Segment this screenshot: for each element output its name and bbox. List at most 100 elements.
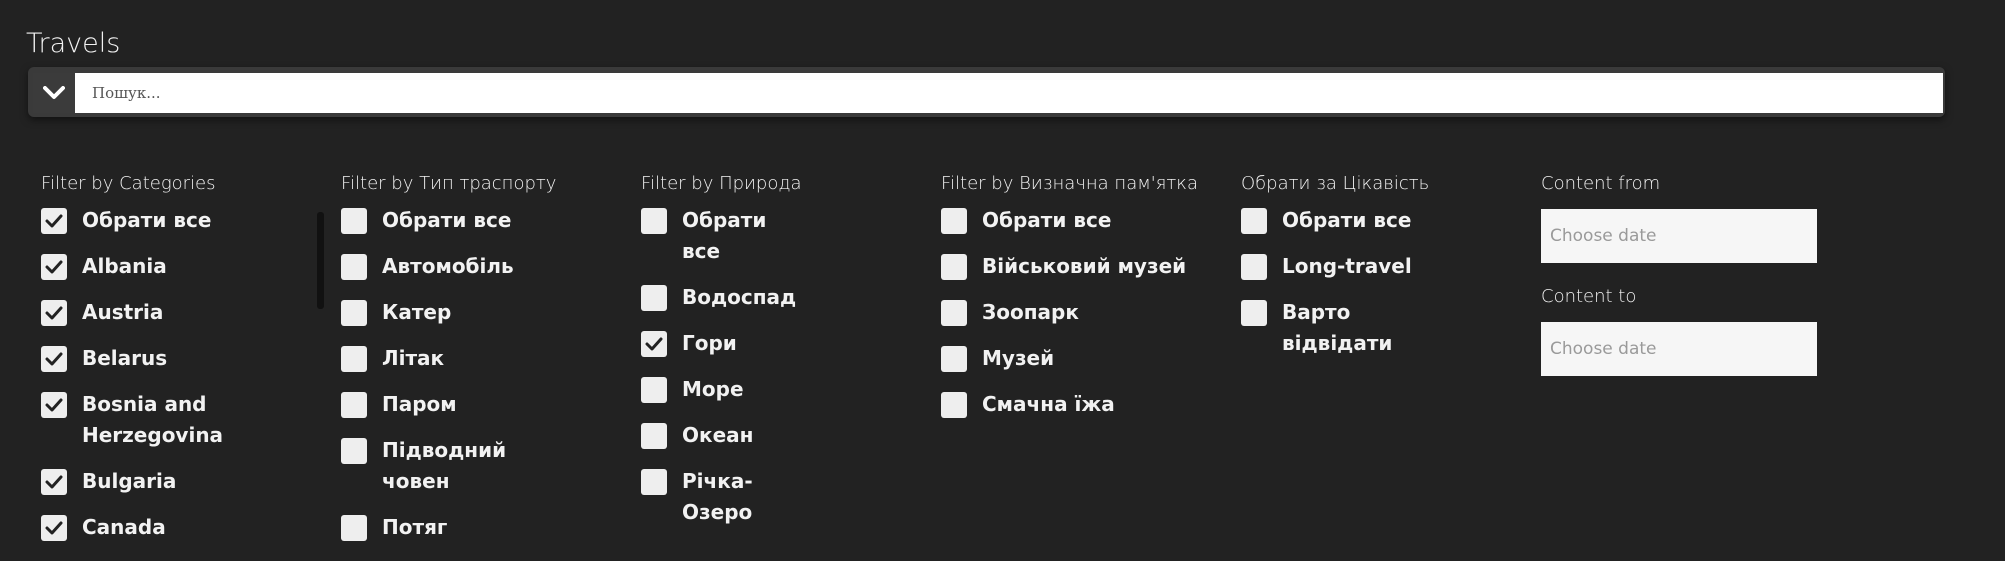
filter-column-title: Filter by Categories — [41, 173, 216, 194]
checkbox-unchecked[interactable] — [941, 392, 967, 418]
filter-option-label: Військовий музей — [982, 254, 1187, 278]
search-bar — [28, 67, 1945, 117]
checkbox-unchecked[interactable] — [641, 377, 667, 403]
search-input[interactable] — [75, 73, 1943, 113]
filter-option[interactable]: Водоспад — [641, 285, 802, 313]
filter-option[interactable]: Обрати все — [641, 208, 802, 267]
filter-option-label: Bulgaria — [82, 469, 177, 493]
checkbox-unchecked[interactable] — [341, 208, 367, 234]
filter-column-title: Filter by Природа — [641, 173, 802, 194]
filter-option[interactable]: Море — [641, 377, 802, 405]
filter-option-label: Літак — [382, 346, 445, 370]
filter-option[interactable]: Підводний човен — [341, 438, 556, 497]
filter-option[interactable]: Long-travel — [1241, 254, 1429, 282]
filter-option-label: Обрати все — [982, 208, 1112, 232]
filter-column-title: Filter by Тип траспорту — [341, 173, 557, 194]
checkbox-unchecked[interactable] — [341, 346, 367, 372]
filter-option[interactable]: Bulgaria — [41, 469, 217, 497]
chevron-down-icon — [43, 86, 65, 99]
filter-option[interactable]: Austria — [41, 300, 217, 328]
content-from-input[interactable] — [1541, 209, 1817, 263]
filter-option[interactable]: Зоопарк — [941, 300, 1186, 328]
checkbox-checked[interactable] — [41, 254, 67, 280]
filter-column-2: Filter by Тип траспорту Обрати все Автомоб… — [341, 172, 557, 541]
filter-option[interactable]: Обрати все — [941, 208, 1186, 236]
filter-option[interactable]: Albania — [41, 254, 217, 282]
checkbox-unchecked[interactable] — [941, 208, 967, 234]
checkmark-icon — [45, 260, 63, 274]
filter-option-label: Музей — [982, 346, 1055, 370]
filter-option-label: Обрати все — [382, 208, 512, 232]
filter-options-list: Обрати все Автомобіль Катер Літак Паром Підво… — [341, 208, 556, 561]
checkmark-icon — [45, 352, 63, 366]
checkbox-checked[interactable] — [41, 392, 67, 418]
filter-option[interactable]: Літак — [341, 346, 556, 374]
filter-option[interactable]: Обрати все — [1241, 208, 1429, 236]
checkbox-checked[interactable] — [41, 300, 67, 326]
filter-option[interactable]: Обрати все — [41, 208, 217, 236]
checkbox-checked[interactable] — [41, 515, 67, 541]
filter-option[interactable]: Музей — [941, 346, 1186, 374]
checkbox-unchecked[interactable] — [641, 469, 667, 495]
filter-option[interactable]: Автомобіль — [341, 254, 556, 282]
filter-column-5: Обрати за Цікавість Обрати все Long-travel… — [1241, 172, 1429, 355]
checkbox-unchecked[interactable] — [641, 285, 667, 311]
checkbox-unchecked[interactable] — [341, 438, 367, 464]
filter-column-4: Filter by Визначна пам'ятка Обрати все Вій… — [941, 172, 1199, 418]
checkmark-icon — [45, 521, 63, 535]
filter-option-label: Підводний човен — [382, 438, 507, 493]
filter-option-label: Обрати все — [682, 208, 767, 263]
filter-option[interactable]: Варто відвідати — [1241, 300, 1429, 359]
checkbox-unchecked[interactable] — [941, 254, 967, 280]
checkbox-unchecked[interactable] — [1241, 300, 1267, 326]
filter-option-label: Canada — [82, 515, 166, 539]
filter-option[interactable]: Гори — [641, 331, 802, 359]
checkbox-unchecked[interactable] — [641, 423, 667, 449]
filter-option[interactable]: Паром — [341, 392, 556, 420]
content-to-input[interactable] — [1541, 322, 1817, 376]
filter-toggle-button[interactable] — [33, 73, 75, 113]
filter-options-list: Обрати все Albania Austria Belarus Bosnia an… — [41, 208, 224, 561]
filter-option-label: Обрати все — [82, 208, 212, 232]
filter-option-label: Bosnia and Herzegovina — [82, 392, 224, 447]
filter-scrollbar[interactable] — [317, 212, 324, 309]
filter-option[interactable]: Потяг — [341, 515, 556, 543]
filter-option[interactable]: Обрати все — [341, 208, 556, 236]
filter-column-title: Filter by Визначна пам'ятка — [941, 173, 1199, 194]
filter-option-label: Річка-Озеро — [682, 469, 753, 524]
filter-option-label: Зоопарк — [982, 300, 1079, 324]
filter-option-label: Океан — [682, 423, 754, 447]
checkbox-unchecked[interactable] — [341, 254, 367, 280]
checkbox-unchecked[interactable] — [641, 208, 667, 234]
checkbox-checked[interactable] — [41, 208, 67, 234]
checkbox-unchecked[interactable] — [341, 300, 367, 326]
filter-option-label: Albania — [82, 254, 167, 278]
filter-option[interactable]: Canada — [41, 515, 217, 543]
filter-option[interactable]: Смачна їжа — [941, 392, 1186, 420]
checkbox-unchecked[interactable] — [341, 515, 367, 541]
checkmark-icon — [45, 475, 63, 489]
checkbox-checked[interactable] — [641, 331, 667, 357]
checkbox-checked[interactable] — [41, 469, 67, 495]
content-to-label: Content to — [1541, 286, 1637, 307]
filter-option-label: Обрати все — [1282, 208, 1412, 232]
filter-option[interactable]: Катер — [341, 300, 556, 328]
checkbox-unchecked[interactable] — [1241, 208, 1267, 234]
checkbox-unchecked[interactable] — [1241, 254, 1267, 280]
checkbox-unchecked[interactable] — [941, 300, 967, 326]
checkmark-icon — [645, 337, 663, 351]
filter-option-label: Варто відвідати — [1282, 300, 1393, 355]
checkbox-unchecked[interactable] — [941, 346, 967, 372]
checkbox-checked[interactable] — [41, 346, 67, 372]
filter-option[interactable]: Військовий музей — [941, 254, 1186, 282]
filter-option[interactable]: Океан — [641, 423, 802, 451]
filter-option[interactable]: Річка-Озеро — [641, 469, 802, 528]
checkmark-icon — [45, 398, 63, 412]
filter-option-label: Смачна їжа — [982, 392, 1115, 416]
filter-column-3: Filter by Природа Обрати все Водоспад Гори М… — [641, 172, 802, 524]
filter-options-list: Обрати все Long-travel Варто відвідати — [1241, 208, 1429, 377]
checkbox-unchecked[interactable] — [341, 392, 367, 418]
filter-option[interactable]: Bosnia and Herzegovina — [41, 392, 224, 451]
filter-options-list: Обрати все Водоспад Гори Море Океан Річка-Озе… — [641, 208, 802, 546]
filter-option[interactable]: Belarus — [41, 346, 217, 374]
